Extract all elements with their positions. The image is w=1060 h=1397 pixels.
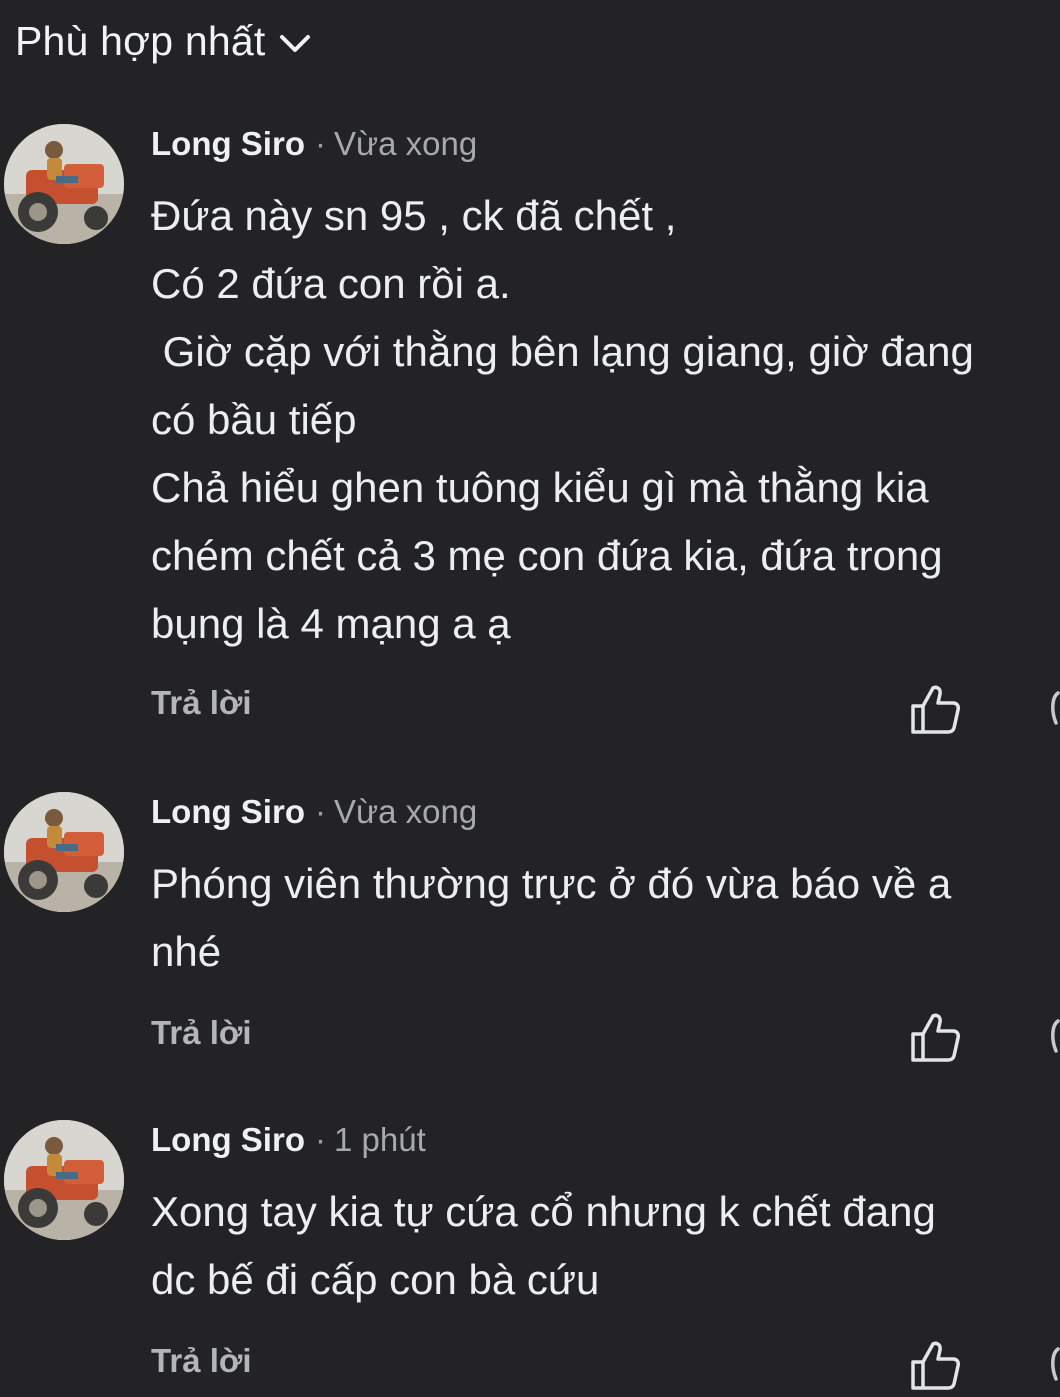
avatar[interactable] (4, 1120, 124, 1240)
comment-meta: Long Siro · 1 phút (151, 1120, 426, 1160)
comment-text: Phóng viên thường trực ở đó vừa báo về a… (151, 860, 952, 975)
reply-button[interactable]: Trả lời (151, 1342, 252, 1380)
sort-dropdown[interactable]: Phù hợp nhất (15, 18, 311, 65)
comment-meta: Long Siro · Vừa xong (151, 124, 477, 164)
comment-meta: Long Siro · Vừa xong (151, 792, 477, 832)
sort-label: Phù hợp nhất (15, 18, 266, 64)
comment-time: Vừa xong (333, 125, 478, 162)
avatar[interactable] (4, 124, 124, 244)
author-name[interactable]: Long Siro (151, 125, 305, 162)
avatar[interactable] (4, 792, 124, 912)
comment-time: Vừa xong (333, 793, 478, 830)
more-options-icon[interactable] (1044, 1017, 1060, 1057)
comment-time: 1 phút (333, 1121, 426, 1158)
thumbs-up-icon[interactable] (905, 1338, 963, 1392)
author-name[interactable]: Long Siro (151, 793, 305, 830)
meta-separator: · (314, 125, 326, 162)
reply-button[interactable]: Trả lời (151, 1014, 252, 1052)
chevron-down-icon (279, 33, 311, 55)
more-options-icon[interactable] (1044, 1345, 1060, 1385)
author-name[interactable]: Long Siro (151, 1121, 305, 1158)
meta-separator: · (314, 1121, 326, 1158)
more-options-icon[interactable] (1044, 689, 1060, 729)
thumbs-up-icon[interactable] (905, 682, 963, 736)
thumbs-up-icon[interactable] (905, 1010, 963, 1064)
comment-text: Xong tay kia tự cứa cổ nhưng k chết đang… (151, 1188, 936, 1303)
meta-separator: · (314, 793, 326, 830)
comment-text: Đứa này sn 95 , ck đã chết , Có 2 đứa co… (151, 192, 974, 647)
reply-button[interactable]: Trả lời (151, 684, 252, 722)
